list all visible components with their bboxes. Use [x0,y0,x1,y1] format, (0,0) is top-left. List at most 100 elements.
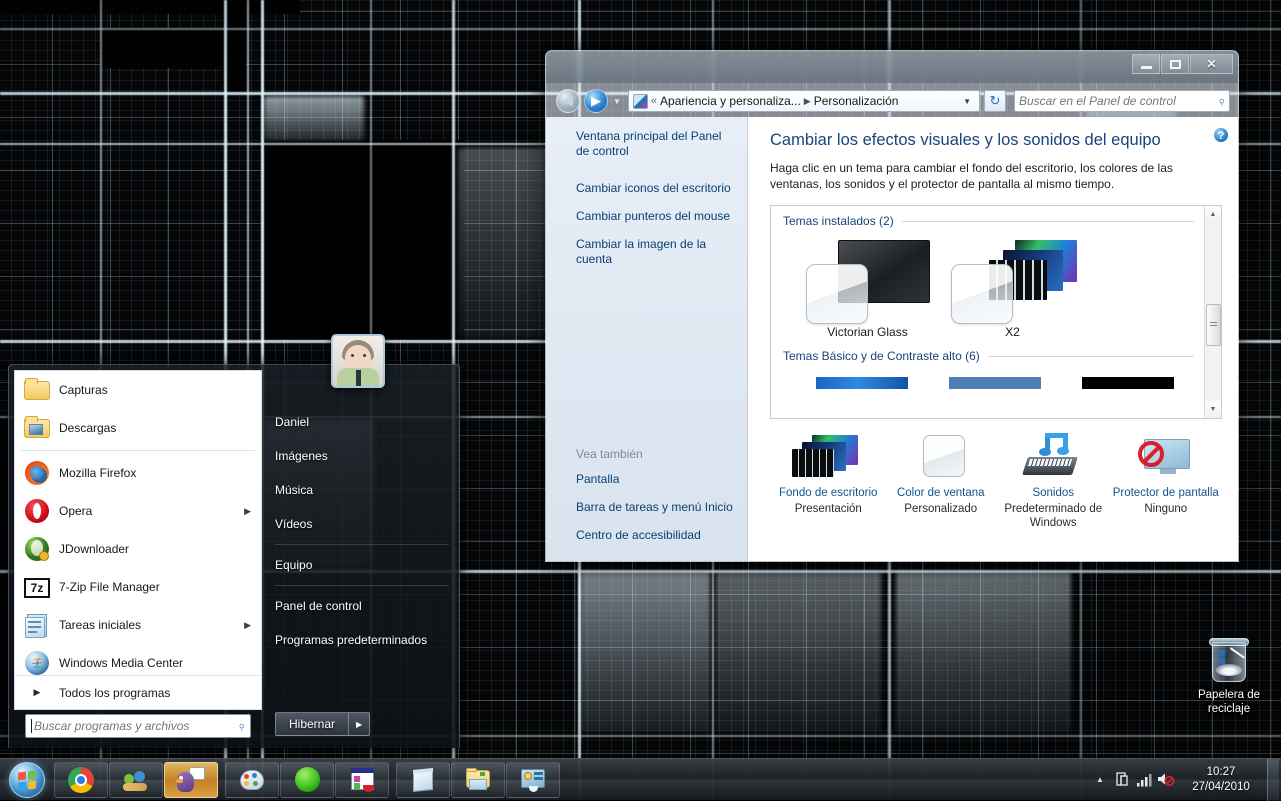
option-title[interactable]: Color de ventana [885,486,998,500]
taskbar-button-spotify[interactable] [280,762,334,798]
theme-thumbnail [951,240,1075,318]
taskbar-button-control-panel[interactable] [506,762,560,798]
start-menu-place-equipo[interactable]: Equipo [267,548,457,582]
start-menu-place-imagenes[interactable]: Imágenes [267,439,457,473]
themes-scrollbar[interactable]: ▲ ▼ [1204,206,1221,418]
scrollbar-thumb[interactable] [1206,304,1221,346]
sidebar-link-desktop-icons[interactable]: Cambiar iconos del escritorio [576,181,735,196]
scroll-up-icon[interactable]: ▲ [1205,206,1221,223]
taskbar-button-snipping-tool[interactable] [335,762,389,798]
taskbar-button-windows-explorer[interactable] [451,762,505,798]
start-menu-item-label: Tareas iniciales [59,618,244,632]
taskbar-button-google-chrome[interactable] [54,762,108,798]
start-menu-place-videos[interactable]: Vídeos [267,507,457,541]
theme-item-aero[interactable] [795,377,928,389]
forward-button[interactable]: ▶ [584,89,608,113]
start-menu-item-label: Opera [59,504,244,518]
volume-muted-icon[interactable] [1155,765,1177,795]
start-menu-item-mozilla-firefox[interactable]: Mozilla Firefox [15,454,261,492]
theme-item-victorian-glass[interactable]: Victorian Glass [795,240,940,339]
option-desktop-background[interactable]: Fondo de escritorio Presentación [772,433,885,530]
maximize-button[interactable] [1161,54,1189,74]
sidebar-link-account-picture[interactable]: Cambiar la imagen de la cuenta [576,237,735,267]
option-screen-saver[interactable]: Protector de pantalla Ninguno [1110,433,1223,530]
all-programs-arrow-icon: ▶ [23,687,51,698]
start-menu-item-label: JDownloader [59,542,255,556]
clock-time: 10:27 [1181,765,1261,780]
minimize-button[interactable] [1132,54,1160,74]
start-menu-places-list: Daniel Imágenes Música Vídeos Equipo Pan… [267,405,457,657]
address-bar[interactable]: « Apariencia y personaliza... ▶ Personal… [628,90,980,112]
downloads-folder-icon [23,414,51,442]
action-center-icon[interactable] [1111,765,1133,795]
sidebar-link-mouse-pointers[interactable]: Cambiar punteros del mouse [576,209,735,224]
start-menu-place-programas-predeterminados[interactable]: Programas predeterminados [267,623,457,657]
themes-list-panel[interactable]: Temas instalados (2) Victorian Glass [770,205,1222,419]
breadcrumb-separator-icon[interactable]: ▶ [804,96,811,107]
signal-bars-icon [1136,773,1152,787]
start-menu-place-daniel[interactable]: Daniel [267,405,457,439]
recycle-bin-icon [1205,634,1253,684]
window-titlebar[interactable]: ✕ [546,51,1238,83]
desktop-icon-recycle-bin[interactable]: Papelera de reciclaje [1186,634,1272,716]
option-sounds[interactable]: Sonidos Predeterminado de Windows [997,433,1110,530]
help-icon[interactable]: ? [1213,127,1229,143]
theme-group-header-basic: Temas Básico y de Contraste alto (6) [783,349,1194,363]
start-menu-item-descargas[interactable]: Descargas [15,409,261,447]
network-icon[interactable] [1133,765,1155,795]
back-button[interactable]: ◀ [556,89,580,113]
clock[interactable]: 10:27 27/04/2010 [1177,765,1265,795]
taskbar-button-paint[interactable] [225,762,279,798]
start-menu-search-box[interactable]: ⌕ [25,714,251,738]
start-menu-place-musica[interactable]: Música [267,473,457,507]
theme-item-high-contrast[interactable] [1061,377,1194,389]
theme-item-x2[interactable]: X2 [940,240,1085,339]
show-hidden-icons-button[interactable]: ▲ [1089,765,1111,795]
see-also-link-display[interactable]: Pantalla [576,472,737,487]
hibernate-button[interactable]: Hibernar [275,712,349,736]
taskbar-button-windows-live-messenger[interactable] [109,762,163,798]
recent-pages-chevron-icon[interactable]: ▼ [613,97,621,106]
option-window-color[interactable]: Color de ventana Personalizado [885,433,998,530]
power-options-arrow-icon[interactable]: ▶ [349,712,370,736]
address-dropdown-icon[interactable]: ▼ [961,97,977,106]
start-menu-search-input[interactable] [34,719,238,733]
control-panel-window[interactable]: ✕ ◀ ▶ ▼ « Apariencia y personaliza... ▶ … [545,50,1239,562]
option-title[interactable]: Sonidos [997,486,1110,500]
text-caret [31,719,32,733]
start-menu-all-programs[interactable]: ▶ Todos los programas [15,675,261,709]
start-button[interactable] [0,760,54,800]
control-panel-search-box[interactable]: ⌕ [1014,90,1230,112]
option-title[interactable]: Fondo de escritorio [772,486,885,500]
divider [21,450,255,451]
start-menu-item-opera[interactable]: Opera ▶ [15,492,261,530]
breadcrumb-segment-personalization[interactable]: Personalización [814,94,899,108]
taskbar-button-adium-duck[interactable] [164,762,218,798]
theme-name: X2 [940,325,1085,339]
user-avatar[interactable] [331,334,385,388]
option-title[interactable]: Protector de pantalla [1110,486,1223,500]
see-also-link-taskbar-start[interactable]: Barra de tareas y menú Inicio [576,500,737,515]
start-menu[interactable]: Capturas Descargas Mozilla Firefox Opera [8,364,460,748]
start-menu-item-tareas-iniciales[interactable]: Tareas iniciales ▶ [15,606,261,644]
taskbar-button-notepad[interactable] [396,762,450,798]
start-menu-item-label: Windows Media Center [59,656,255,670]
close-button[interactable]: ✕ [1190,54,1233,74]
start-menu-item-jdownloader[interactable]: JDownloader [15,530,261,568]
sidebar-link-control-panel-home[interactable]: Ventana principal del Panel de control [576,129,735,159]
theme-item-basic[interactable] [928,377,1061,389]
breadcrumb-segment-appearance[interactable]: Apariencia y personaliza... [660,94,801,108]
breadcrumb-overflow-icon[interactable]: « [651,95,657,107]
see-also-link-ease-of-access[interactable]: Centro de accesibilidad [576,528,737,543]
scroll-down-icon[interactable]: ▼ [1205,401,1221,418]
show-desktop-button[interactable] [1267,759,1279,801]
divider [902,221,1194,222]
refresh-button[interactable]: ↻ [984,90,1006,112]
submenu-arrow-icon[interactable]: ▶ [244,620,255,631]
control-panel-search-input[interactable] [1019,94,1218,108]
start-menu-place-panel-de-control[interactable]: Panel de control [267,589,457,623]
start-menu-item-capturas[interactable]: Capturas [15,371,261,409]
control-panel-sidebar: Ventana principal del Panel de control C… [546,117,748,561]
submenu-arrow-icon[interactable]: ▶ [244,506,255,517]
start-menu-item-7zip-file-manager[interactable]: 7z 7-Zip File Manager [15,568,261,606]
